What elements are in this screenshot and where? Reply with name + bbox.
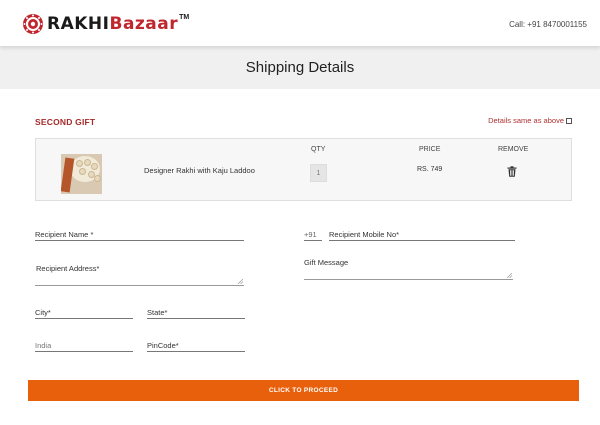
resize-handle-icon[interactable] — [507, 273, 512, 278]
gift-product-card: Designer Rakhi with Kaju Laddoo QTY PRIC… — [35, 138, 572, 201]
product-name: Designer Rakhi with Kaju Laddoo — [144, 166, 255, 175]
state-field[interactable]: State* — [147, 308, 245, 319]
recipient-name-field[interactable]: Recipient Name * — [35, 230, 244, 241]
remove-header: REMOVE — [498, 146, 529, 153]
same-as-above-checkbox[interactable] — [566, 117, 572, 124]
proceed-button[interactable]: CLICK TO PROCEED — [28, 380, 579, 401]
city-field[interactable]: City* — [35, 308, 133, 319]
trash-icon[interactable] — [507, 164, 517, 177]
call-number[interactable]: Call: +91 8470001155 — [509, 20, 587, 29]
same-as-above-toggle[interactable]: Details same as above — [488, 116, 572, 125]
recipient-address-textarea[interactable] — [35, 272, 244, 286]
resize-handle-icon[interactable] — [238, 279, 243, 284]
price-header: PRICE — [419, 146, 441, 153]
product-price: RS. 749 — [417, 166, 443, 173]
gift-message-textarea[interactable] — [304, 266, 513, 280]
site-header: RAKHIBazaar TM Call: +91 8470001155 — [0, 0, 600, 46]
recipient-mobile-field[interactable]: Recipient Mobile No* — [329, 230, 515, 241]
country-code-field: +91 — [304, 230, 322, 241]
qty-header: QTY — [311, 146, 326, 153]
country-field[interactable]: India — [35, 341, 133, 352]
section-title: SECOND GIFT — [35, 117, 96, 127]
rakhibazaar-logo[interactable]: RAKHIBazaar TM — [22, 12, 189, 36]
rakhi-logo-icon — [22, 13, 44, 35]
product-image — [61, 154, 102, 194]
pincode-field[interactable]: PinCode* — [147, 341, 245, 352]
logo-text: RAKHIBazaar — [47, 14, 179, 34]
same-as-above-label: Details same as above — [488, 116, 564, 125]
trademark: TM — [179, 13, 190, 21]
page-banner: Shipping Details — [0, 46, 600, 89]
page-title: Shipping Details — [245, 59, 355, 76]
quantity-field[interactable]: 1 — [310, 164, 327, 182]
